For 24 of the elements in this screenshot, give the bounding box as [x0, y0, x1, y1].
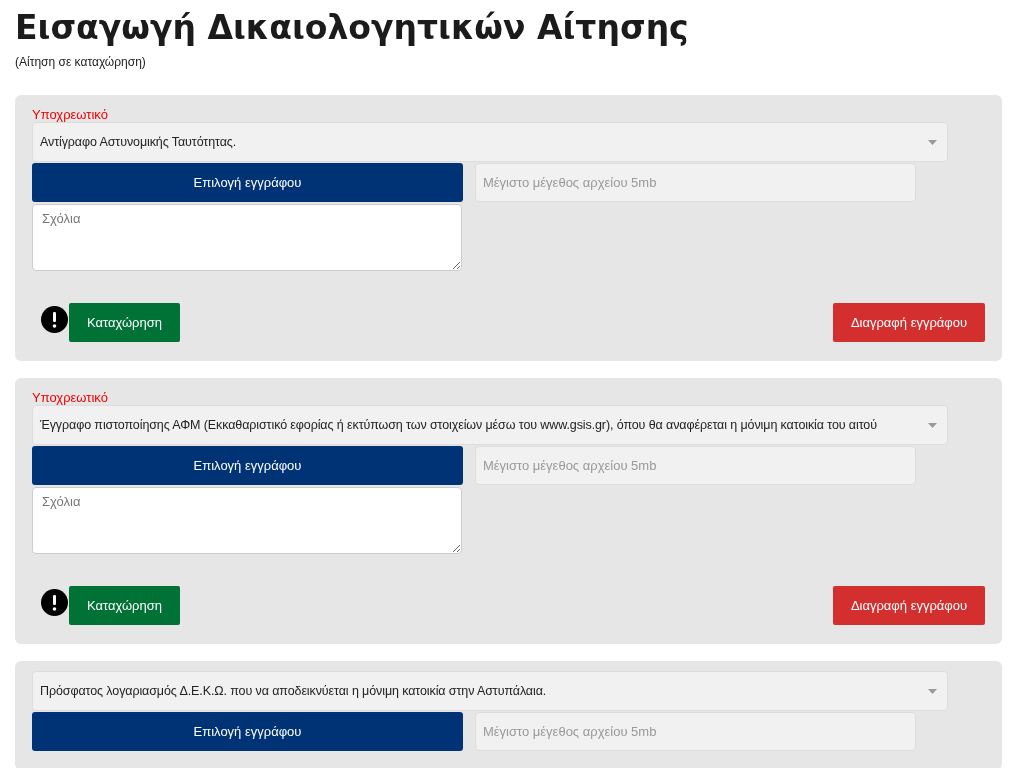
comments-field[interactable]: Σχόλια — [32, 204, 462, 271]
file-name-field[interactable]: Μέγιστο μέγεθος αρχείου 5mb — [475, 163, 916, 202]
choose-file-button[interactable]: Επιλογή εγγράφου — [32, 446, 463, 485]
required-label: Υποχρεωτικό — [32, 107, 109, 122]
caret-icon — [928, 139, 937, 145]
page-title: Εισαγωγή Δικαιολογητικών Αίτησης — [15, 7, 690, 48]
choose-file-button[interactable]: Επιλογή εγγράφου — [32, 712, 463, 751]
submit-button[interactable]: Καταχώρηση — [69, 586, 180, 625]
status-text: (Αίτηση σε καταχώρηση) — [15, 55, 147, 69]
document-type-select[interactable]: Πρόσφατος λογαριασμός Δ.Ε.Κ.Ω. που να αποδεικνύεται η μόνιμη κατοικία στην Αστυπάλαια. — [32, 671, 948, 711]
delete-document-button[interactable]: Διαγραφή εγγράφου — [833, 586, 985, 625]
file-name-field[interactable]: Μέγιστο μέγεθος αρχείου 5mb — [475, 446, 916, 485]
submit-button[interactable]: Καταχώρηση — [69, 303, 180, 342]
file-name-field[interactable]: Μέγιστο μέγεθος αρχείου 5mb — [475, 712, 916, 751]
comments-field[interactable]: Σχόλια — [32, 487, 462, 554]
delete-document-button[interactable]: Διαγραφή εγγράφου — [833, 303, 985, 342]
required-label: Υποχρεωτικό — [32, 390, 109, 405]
caret-icon — [928, 688, 937, 694]
caret-icon — [928, 422, 937, 428]
choose-file-button[interactable]: Επιλογή εγγράφου — [32, 163, 463, 202]
warning-icon — [41, 589, 68, 616]
document-type-select[interactable]: Έγγραφο πιστοποίησης ΑΦΜ (Εκκαθαριστικό εφορίας ή εκτύπωση των στοιχείων μέσω του www.gsis.gr), όπου θα αναφέρεται η μόνιμη κατοικία του αιτού — [32, 405, 948, 445]
document-type-select[interactable]: Αντίγραφο Αστυνομικής Ταυτότητας. — [32, 122, 948, 162]
warning-icon — [41, 306, 68, 333]
